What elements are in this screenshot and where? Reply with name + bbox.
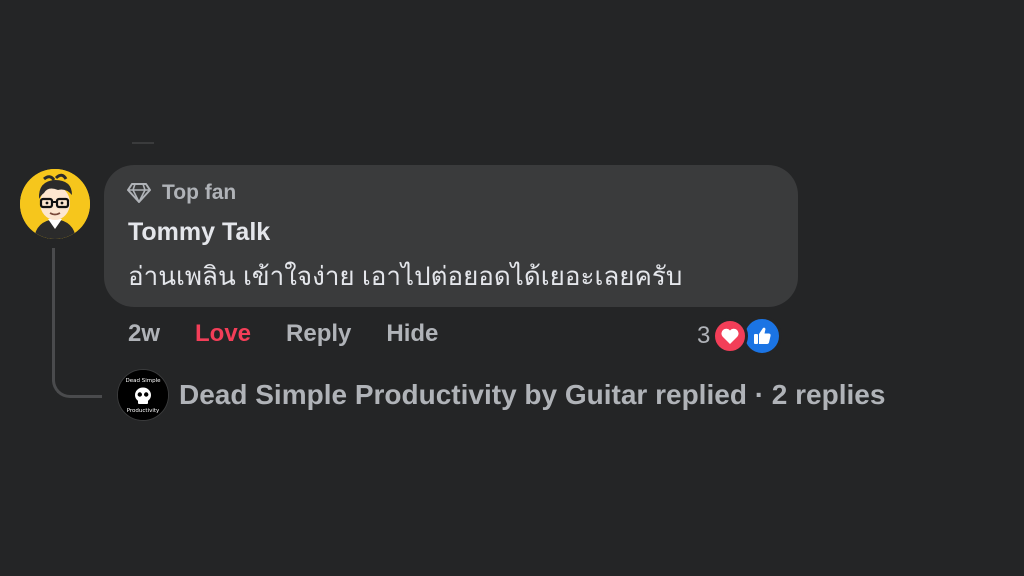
page-avatar[interactable]: Dead Simple Productivity	[117, 369, 169, 421]
comment-text: อ่านเพลิน เข้าใจง่าย เอาไปต่อยอดได้เยอะเ…	[128, 261, 683, 291]
reply-button[interactable]: Reply	[286, 320, 351, 348]
top-fan-badge: Top fan	[126, 181, 236, 205]
comment-author[interactable]: Tommy Talk	[128, 218, 270, 247]
view-replies-link[interactable]: Dead Simple Productivity Dead Simple Pro…	[117, 369, 885, 421]
avatar[interactable]	[20, 169, 90, 239]
cartoon-avatar-icon	[20, 169, 90, 239]
logo-text-top: Dead Simple	[125, 378, 161, 384]
reaction-count: 3	[697, 322, 711, 349]
comment-thread: Top fan Tommy Talk อ่านเพลิน เข้าใจง่าย …	[0, 0, 1024, 576]
like-icon	[742, 316, 783, 356]
comment-actions: 2w Love Reply Hide	[128, 320, 473, 348]
timestamp[interactable]: 2w	[128, 320, 160, 348]
hide-button[interactable]: Hide	[386, 320, 438, 348]
skull-logo-icon: Dead Simple Productivity	[118, 370, 168, 420]
love-button[interactable]: Love	[195, 320, 251, 348]
heart-icon	[712, 318, 749, 354]
logo-text-bottom: Productivity	[127, 408, 160, 414]
badge-label: Top fan	[162, 181, 237, 204]
divider	[132, 142, 154, 144]
diamond-icon	[127, 183, 151, 203]
reaction-summary[interactable]: 3	[697, 316, 783, 356]
thread-connector-line	[52, 248, 102, 398]
replies-summary[interactable]: Dead Simple Productivity by Guitar repli…	[179, 379, 885, 411]
